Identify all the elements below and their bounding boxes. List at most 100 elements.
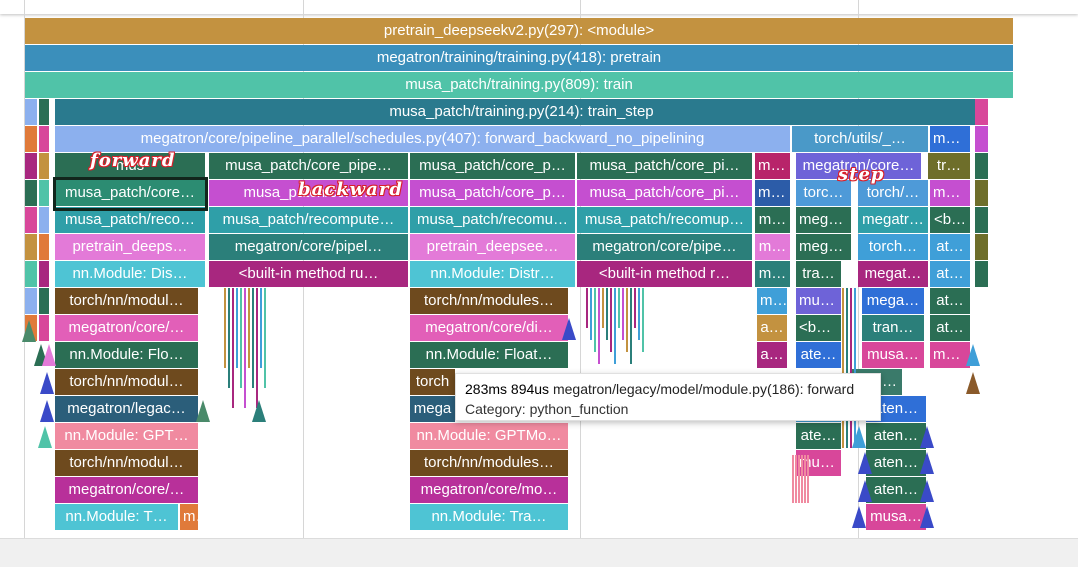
flame-slice[interactable]: m — [180, 504, 198, 530]
flame-slice[interactable]: megat… — [858, 261, 928, 287]
flame-slice[interactable]: nn.Module: GPT… — [55, 423, 198, 449]
flame-slice[interactable]: a… — [757, 315, 787, 341]
flame-slice[interactable]: m… — [755, 234, 790, 260]
flame-slice[interactable]: at… — [930, 288, 970, 314]
flame-slice[interactable]: ate… — [796, 423, 841, 449]
flame-slice[interactable]: mega — [410, 396, 455, 422]
flame-sliver — [850, 288, 852, 448]
flame-slice[interactable]: musa_patch/core_pi… — [577, 153, 752, 179]
flame-slice[interactable]: at… — [930, 234, 970, 260]
flame-slice[interactable]: me… — [755, 153, 790, 179]
flame-slice[interactable]: musa_patch/training.py(809): train — [25, 72, 1013, 98]
flame-slice[interactable]: aten… — [866, 423, 926, 449]
flame-slice[interactable]: megatron/core/… — [55, 315, 198, 341]
flame-slice[interactable]: musa_patch/core_p… — [410, 153, 575, 179]
flame-slice[interactable]: musa_patch/core… — [55, 180, 205, 206]
flame-slice[interactable]: musa_patch/recomu… — [410, 207, 575, 233]
flame-slice[interactable]: pretrain_deepseekv2.py(297): <module> — [25, 18, 1013, 44]
flame-slice[interactable]: mega… — [796, 207, 851, 233]
timeline-header — [0, 0, 1078, 14]
marker-glyph — [42, 344, 56, 366]
flame-slice[interactable]: nn.Module: T… — [55, 504, 178, 530]
flame-slice[interactable]: <built-in method ru… — [209, 261, 408, 287]
flame-slice[interactable]: mega… — [862, 288, 924, 314]
flame-slice[interactable]: torch… — [858, 234, 928, 260]
flame-slice[interactable]: nn.Module: Distr… — [410, 261, 575, 287]
flame-slice[interactable]: nn.Module: Float… — [410, 342, 568, 368]
flame-slice[interactable]: musa_patch/training.py(214): train_step — [55, 99, 988, 125]
flame-sliver — [975, 153, 988, 179]
flame-slice[interactable]: torch/nn/modules… — [410, 288, 568, 314]
flame-slice[interactable]: torch/nn/modul… — [55, 450, 198, 476]
flame-sliver — [39, 207, 49, 233]
flame-slice[interactable]: pretrain_deeps… — [55, 234, 205, 260]
backward-annotation: backward — [298, 179, 403, 200]
flame-slice[interactable]: tr… — [928, 153, 970, 179]
bottom-panel[interactable] — [0, 538, 1078, 567]
flame-sliver — [39, 288, 49, 314]
flame-slice[interactable]: musa_patch/recompute… — [209, 207, 408, 233]
flame-slice[interactable]: me… — [930, 126, 970, 152]
flame-sliver — [248, 288, 250, 368]
flame-slice[interactable]: megatr… — [858, 207, 928, 233]
flame-slice[interactable]: <built-in method r… — [577, 261, 752, 287]
flame-sliver — [590, 288, 592, 340]
flame-slice[interactable]: me… — [755, 180, 790, 206]
flame-slice[interactable]: <b… — [930, 207, 970, 233]
flame-slice[interactable]: m… — [755, 261, 790, 287]
flame-sliver — [39, 126, 49, 152]
flame-slice[interactable]: at… — [930, 261, 970, 287]
flame-slice[interactable]: torch/nn/modul… — [55, 369, 198, 395]
flame-slice[interactable]: a… — [757, 342, 787, 368]
flame-slice[interactable]: megatron/training/training.py(418): pret… — [25, 45, 1013, 71]
flame-slice[interactable]: mu… — [930, 342, 970, 368]
flame-slice[interactable]: torch — [410, 369, 455, 395]
flame-slice[interactable]: megatron/legac… — [55, 396, 198, 422]
flame-slice[interactable]: nn.Module: Dis… — [55, 261, 205, 287]
flame-sliver — [626, 288, 628, 352]
flame-slice[interactable]: nn.Module: Tra… — [410, 504, 568, 530]
flame-slice[interactable]: musa_patch/core_pipe… — [209, 153, 408, 179]
flame-slice[interactable]: nn.Module: GPTMo… — [410, 423, 568, 449]
flame-slice[interactable]: megatron/core/pipel… — [209, 234, 408, 260]
flame-sliver — [975, 234, 988, 260]
flame-slice[interactable]: megatron/core/di… — [410, 315, 568, 341]
flame-slice[interactable]: nn.Module: Flo… — [55, 342, 198, 368]
flame-slice[interactable]: musa_patch/core_pi… — [577, 180, 752, 206]
flame-sliver — [586, 288, 588, 328]
flame-slice[interactable]: musa_patch/reco… — [55, 207, 205, 233]
flame-slice[interactable]: m… — [757, 288, 787, 314]
flame-slice[interactable]: mu… — [930, 180, 970, 206]
flame-sliver — [25, 126, 37, 152]
flame-slice[interactable]: megatron/core/mo… — [410, 477, 568, 503]
flame-slice[interactable]: tra… — [796, 261, 841, 287]
flame-sliver — [975, 126, 988, 152]
flame-slice[interactable]: torch/nn/modules… — [410, 450, 568, 476]
flame-slice[interactable]: torch/nn/modul… — [55, 288, 198, 314]
flame-slice[interactable]: megatron/core/pipe… — [577, 234, 752, 260]
flame-slice[interactable]: megatron/core/… — [55, 477, 198, 503]
flame-sliver — [594, 288, 596, 352]
flame-slice[interactable]: tran… — [862, 315, 924, 341]
flame-sliver — [610, 288, 612, 352]
flame-slice[interactable]: at… — [930, 315, 970, 341]
flame-slice[interactable]: musa… — [862, 342, 924, 368]
flame-slice[interactable]: m… — [755, 207, 790, 233]
flame-sliver — [39, 99, 49, 125]
flame-slice[interactable]: torch/utils/_… — [792, 126, 928, 152]
flame-slice[interactable]: musa_patch/core_p… — [410, 180, 575, 206]
flame-slice[interactable]: musa… — [866, 504, 926, 530]
flame-slice[interactable]: aten… — [866, 477, 926, 503]
marker-glyph — [252, 400, 266, 422]
flame-sliver — [240, 288, 242, 388]
flame-sliver — [224, 288, 226, 368]
flame-slice[interactable]: mega… — [796, 234, 851, 260]
marker-glyph — [38, 426, 52, 448]
flame-slice[interactable]: megatron/core/pipeline_parallel/schedule… — [55, 126, 790, 152]
flame-slice[interactable]: pretrain_deepsee… — [410, 234, 575, 260]
flame-slice[interactable]: musa_patch/recomup… — [577, 207, 752, 233]
flame-slice[interactable]: mus… — [796, 288, 841, 314]
flame-slice[interactable]: <bu… — [796, 315, 841, 341]
flame-slice[interactable]: ate… — [796, 342, 841, 368]
flame-slice[interactable]: aten… — [866, 450, 926, 476]
